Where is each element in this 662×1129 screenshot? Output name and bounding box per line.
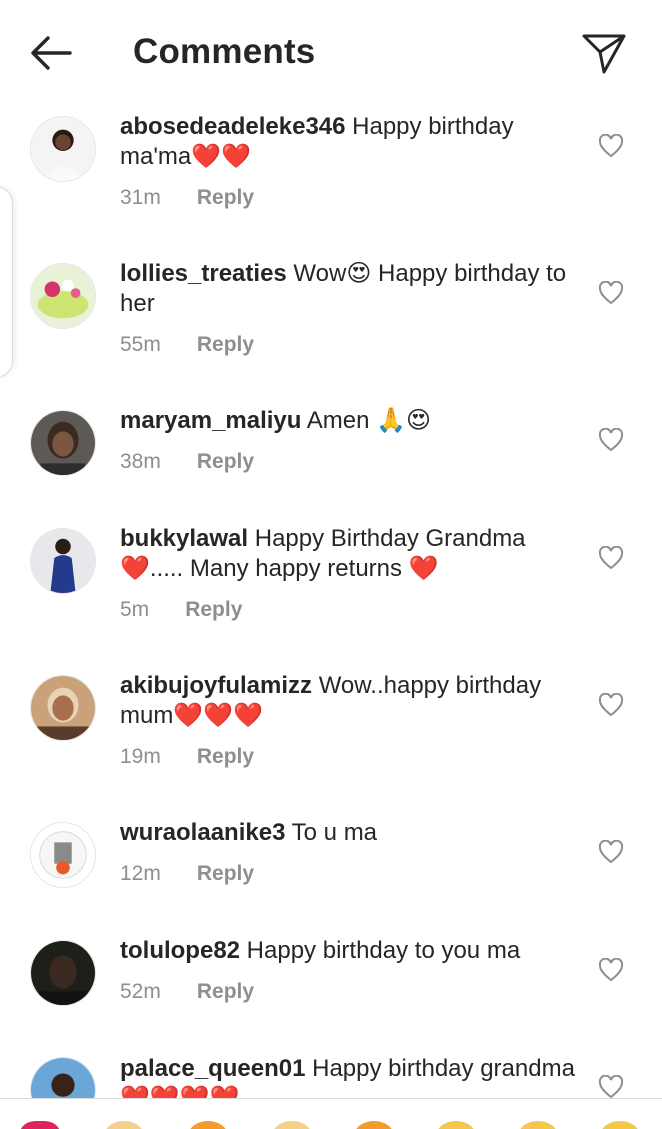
heart-outline-icon[interactable] bbox=[598, 281, 624, 305]
avatar[interactable] bbox=[30, 822, 96, 888]
comment-text: bukkylawal Happy Birthday Grandma ❤️....… bbox=[120, 524, 580, 584]
comment-meta: 12m Reply bbox=[120, 862, 254, 886]
comment-text: abosedeadeleke346 Happy birthday ma'ma❤️… bbox=[120, 112, 580, 172]
heart-outline-icon[interactable] bbox=[598, 546, 624, 570]
page-title: Comments bbox=[133, 32, 316, 71]
comment-time: 5m bbox=[120, 598, 150, 621]
heart-outline-icon[interactable] bbox=[598, 134, 624, 158]
comment-text: lollies_treaties Wow😍 Happy birthday to … bbox=[120, 259, 580, 319]
reply-button[interactable]: Reply bbox=[197, 333, 254, 357]
comment-time: 31m bbox=[120, 186, 161, 209]
reply-button[interactable]: Reply bbox=[197, 980, 254, 1004]
avatar[interactable] bbox=[30, 940, 96, 1006]
comment-meta: 19m Reply bbox=[120, 745, 254, 769]
avatar[interactable] bbox=[30, 528, 96, 594]
comment-text: akibujoyfulamizz Wow..happy birthday mum… bbox=[120, 671, 580, 731]
arrow-left-icon[interactable] bbox=[26, 30, 76, 76]
heart-outline-icon[interactable] bbox=[598, 428, 624, 452]
comment-time: 38m bbox=[120, 450, 161, 473]
comment-time: 52m bbox=[120, 980, 161, 1003]
side-panel-edge bbox=[0, 186, 13, 378]
comment-meta: 31m Reply bbox=[120, 186, 254, 210]
comment-body: Amen 🙏😍 bbox=[301, 407, 432, 434]
reply-button[interactable]: Reply bbox=[185, 598, 242, 622]
comment-meta: 55m Reply bbox=[120, 333, 254, 357]
header: Comments bbox=[0, 0, 662, 100]
comment-username[interactable]: wuraolaanike3 bbox=[120, 819, 285, 846]
comment-meta: 5m Reply bbox=[120, 598, 242, 622]
avatar[interactable] bbox=[30, 116, 96, 182]
paper-plane-icon[interactable] bbox=[580, 30, 628, 76]
comment-username[interactable]: abosedeadeleke346 bbox=[120, 113, 345, 140]
reply-button[interactable]: Reply bbox=[197, 862, 254, 886]
emoji-quick-bar bbox=[0, 1098, 662, 1129]
comment-text: tolulope82 Happy birthday to you ma bbox=[120, 936, 580, 966]
comment-time: 19m bbox=[120, 745, 161, 768]
comment-time: 55m bbox=[120, 333, 161, 356]
comment-meta: 38m Reply bbox=[120, 450, 254, 474]
heart-outline-icon[interactable] bbox=[598, 693, 624, 717]
comment-text: wuraolaanike3 To u ma bbox=[120, 818, 580, 848]
reply-button[interactable]: Reply bbox=[197, 186, 254, 210]
heart-outline-icon[interactable] bbox=[598, 1075, 624, 1099]
comment-meta: 52m Reply bbox=[120, 980, 254, 1004]
heart-outline-icon[interactable] bbox=[598, 958, 624, 982]
comment-body: Happy birthday to you ma bbox=[240, 937, 521, 964]
comment-body: To u ma bbox=[285, 819, 378, 846]
avatar[interactable] bbox=[30, 410, 96, 476]
reply-button[interactable]: Reply bbox=[197, 450, 254, 474]
comment-time: 12m bbox=[120, 862, 161, 885]
avatar[interactable] bbox=[30, 263, 96, 329]
reply-button[interactable]: Reply bbox=[197, 745, 254, 769]
comment-text: maryam_maliyu Amen 🙏😍 bbox=[120, 406, 580, 436]
heart-outline-icon[interactable] bbox=[598, 840, 624, 864]
comment-username[interactable]: tolulope82 bbox=[120, 937, 240, 964]
comment-username[interactable]: akibujoyfulamizz bbox=[120, 672, 312, 699]
comment-username[interactable]: maryam_maliyu bbox=[120, 407, 301, 434]
avatar[interactable] bbox=[30, 675, 96, 741]
comment-username[interactable]: palace_queen01 bbox=[120, 1055, 305, 1082]
comment-username[interactable]: bukkylawal bbox=[120, 525, 248, 552]
comment-username[interactable]: lollies_treaties bbox=[120, 260, 287, 287]
